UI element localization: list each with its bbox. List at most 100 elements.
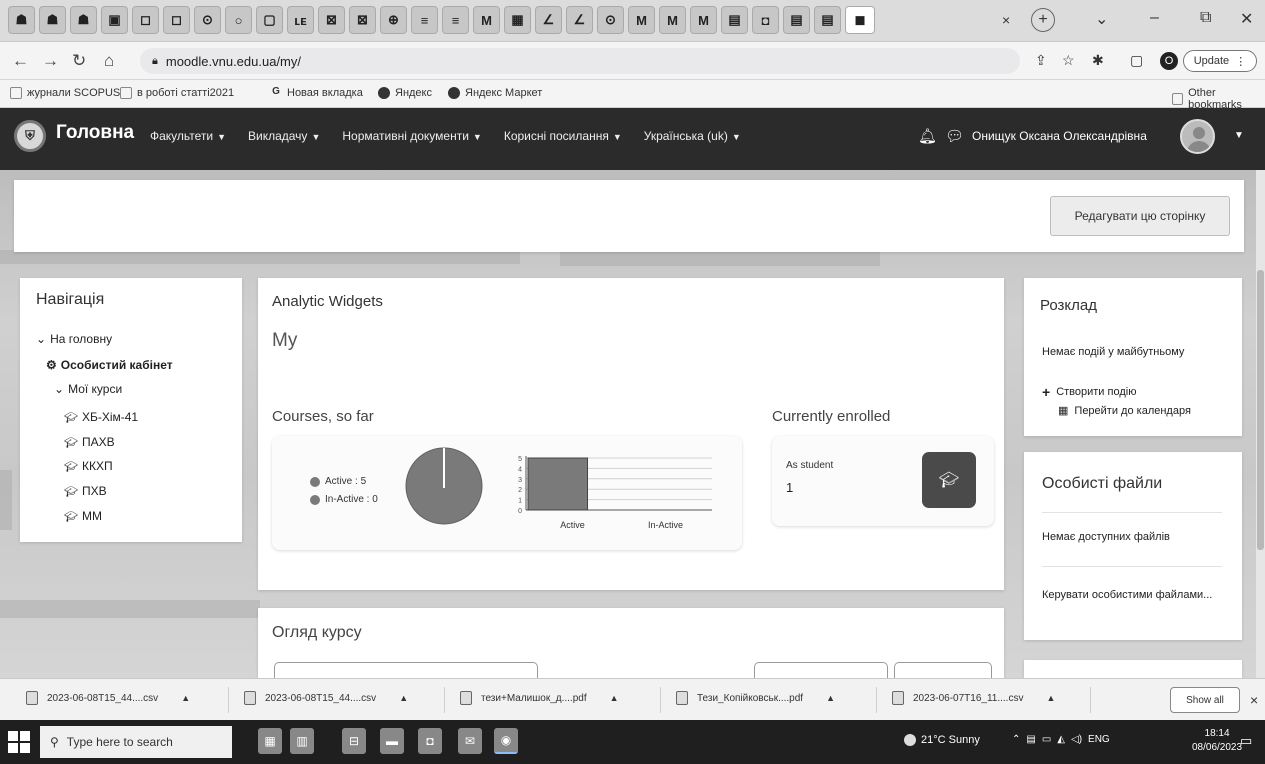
url-field[interactable]: 🔒︎ moodle.vnu.edu.ua/my/ — [140, 48, 1020, 74]
edit-page-button[interactable]: Редагувати цю сторінку — [1050, 196, 1230, 236]
bookmark-yandex-market[interactable]: Яндекс Маркет — [448, 87, 542, 99]
browser-tab[interactable]: ◻ — [132, 6, 159, 34]
network-icon[interactable]: ◭ — [1057, 734, 1065, 745]
download-item[interactable]: 2023-06-08T15_44....csv ▲ — [26, 691, 190, 705]
browser-tab[interactable]: ≡ — [442, 6, 469, 34]
notifications-icon[interactable]: ▭ — [1240, 733, 1252, 749]
bookmark-new-tab[interactable]: G Новая вкладка — [270, 87, 363, 100]
page-scrollbar[interactable] — [1256, 170, 1265, 678]
new-tab-button[interactable]: + — [1031, 8, 1055, 32]
download-item[interactable]: тези+Малишок_д....pdf ▲ — [460, 691, 619, 705]
browser-tab[interactable]: M — [628, 6, 655, 34]
chevron-down-icon[interactable]: ⌄ — [1095, 9, 1108, 29]
battery-icon[interactable]: ▭ — [1042, 734, 1051, 745]
browser-tab[interactable]: ☗ — [39, 6, 66, 34]
star-icon[interactable]: ☆ — [1062, 52, 1075, 69]
nav-course-item[interactable]: 🎓︎ ММ — [64, 509, 102, 523]
browser-tab[interactable]: ≡ — [411, 6, 438, 34]
browser-tab[interactable]: ʟᴇ — [287, 6, 314, 34]
menu-faculties[interactable]: Факультети ▼ — [150, 129, 226, 143]
menu-useful-links[interactable]: Корисні посилання ▼ — [504, 129, 622, 143]
close-downloads-icon[interactable]: × — [1250, 692, 1258, 708]
browser-tab[interactable]: ⊕ — [380, 6, 407, 34]
caret-down-icon[interactable]: ▼ — [1234, 130, 1244, 141]
task-view-icon[interactable]: ⊟ — [342, 728, 366, 754]
manage-files-link[interactable]: Керувати особистими файлами... — [1042, 586, 1222, 604]
browser-tab[interactable]: ▤ — [814, 6, 841, 34]
clock[interactable]: 18:14 08/06/2023 — [1192, 727, 1242, 755]
browser-tab[interactable]: ◼ — [845, 6, 875, 34]
caret-up-icon[interactable]: ▲ — [1046, 693, 1055, 703]
browser-tab[interactable]: ⊠ — [349, 6, 376, 34]
browser-tab[interactable]: ∠ — [535, 6, 562, 34]
extensions-icon[interactable]: ✱ — [1092, 52, 1104, 69]
share-icon[interactable]: ⇪ — [1035, 52, 1047, 69]
nav-dashboard[interactable]: ⚙ Особистий кабінет — [46, 358, 173, 372]
browser-tab[interactable]: ⊠ — [318, 6, 345, 34]
bookmark-yandex[interactable]: Яндекс — [378, 87, 432, 99]
mail-icon[interactable]: ✉ — [458, 728, 482, 754]
app-icon[interactable]: ▦ — [258, 728, 282, 754]
store-icon[interactable]: ◘ — [418, 728, 442, 754]
show-all-button[interactable]: Show all — [1170, 687, 1240, 713]
home-icon[interactable]: ⌂ — [104, 51, 114, 71]
browser-tab[interactable]: M — [473, 6, 500, 34]
browser-tab[interactable]: ⊙ — [597, 6, 624, 34]
volume-icon[interactable]: ◁) — [1071, 734, 1082, 745]
browser-tab[interactable]: ∠ — [566, 6, 593, 34]
caret-up-icon[interactable]: ▲ — [181, 693, 190, 703]
restore-icon[interactable]: ⧉ — [1200, 9, 1211, 27]
back-icon[interactable]: ← — [12, 51, 29, 71]
chevron-up-icon[interactable]: ⌃ — [1012, 734, 1020, 745]
graduation-cap-icon[interactable]: 🎓︎ — [922, 452, 976, 508]
app-icon[interactable]: ▥ — [290, 728, 314, 754]
menu-language[interactable]: Українська (uk) ▼ — [644, 129, 741, 143]
close-window-icon[interactable]: ✕ — [1240, 9, 1253, 29]
nav-course-item[interactable]: 🎓︎ ККХП — [64, 459, 113, 473]
language-indicator[interactable]: ENG — [1088, 734, 1110, 745]
download-item[interactable]: 2023-06-08T15_44....csv ▲ — [244, 691, 408, 705]
chrome-icon[interactable]: ◉ — [494, 728, 518, 754]
reload-icon[interactable]: ↻ — [72, 51, 86, 71]
create-event-link[interactable]: + Створити подію — [1042, 384, 1136, 400]
caret-up-icon[interactable]: ▲ — [826, 693, 835, 703]
download-item[interactable]: Тези_Копійковськ....pdf ▲ — [676, 691, 835, 705]
avatar[interactable] — [1180, 119, 1215, 154]
caret-up-icon[interactable]: ▲ — [610, 693, 619, 703]
bookmark-articles[interactable]: в роботі статті2021 — [120, 87, 234, 99]
minimize-icon[interactable]: – — [1150, 9, 1159, 27]
nav-course-item[interactable]: 🎓︎ ХБ-Хім-41 — [64, 410, 138, 424]
browser-tab[interactable]: M — [659, 6, 686, 34]
browser-tab[interactable]: ◻ — [163, 6, 190, 34]
university-logo-icon[interactable]: ⛨ — [14, 120, 46, 152]
profile-icon[interactable]: O — [1160, 52, 1178, 70]
browser-tab[interactable]: ▤ — [783, 6, 810, 34]
browser-tab[interactable]: ⊙ — [194, 6, 221, 34]
close-tab-icon[interactable]: × — [1002, 12, 1010, 28]
browser-tab[interactable]: ▤ — [721, 6, 748, 34]
nav-home[interactable]: ⌄ На головну — [36, 332, 112, 346]
browser-tab[interactable]: ▦ — [504, 6, 531, 34]
go-to-calendar-link[interactable]: ▦ Перейти до календаря — [1058, 404, 1191, 418]
bell-icon[interactable]: 🔔︎ — [918, 127, 937, 145]
download-item[interactable]: 2023-06-07T16_11....csv ▲ — [892, 691, 1055, 705]
browser-tab[interactable]: ▢ — [256, 6, 283, 34]
browser-tab[interactable]: ☗ — [8, 6, 35, 34]
nav-course-item[interactable]: 🎓︎ ПХВ — [64, 484, 107, 498]
user-name[interactable]: Онищук Оксана Олександрівна — [972, 129, 1147, 143]
taskbar-search[interactable]: ⚲ Type here to search — [40, 726, 232, 758]
windows-start-icon[interactable] — [8, 731, 30, 753]
browser-tab[interactable]: ○ — [225, 6, 252, 34]
sidepanel-icon[interactable]: ▢ — [1130, 52, 1143, 69]
message-icon[interactable]: 💬︎ — [945, 127, 964, 145]
caret-up-icon[interactable]: ▲ — [399, 693, 408, 703]
app-tray-icon[interactable]: ▤ — [1026, 734, 1035, 745]
browser-tab[interactable]: ▣ — [101, 6, 128, 34]
nav-my-courses[interactable]: ⌄ Мої курси — [54, 382, 122, 396]
nav-course-item[interactable]: 🎓︎ ПАХВ — [64, 435, 115, 449]
menu-teacher[interactable]: Викладачу ▼ — [248, 129, 320, 143]
bookmark-scopus[interactable]: журнали SCOPUS — [10, 87, 120, 99]
update-button[interactable]: Update ⋮ — [1183, 50, 1257, 72]
app-icon[interactable]: ▬ — [380, 728, 404, 754]
browser-tab[interactable]: M — [690, 6, 717, 34]
